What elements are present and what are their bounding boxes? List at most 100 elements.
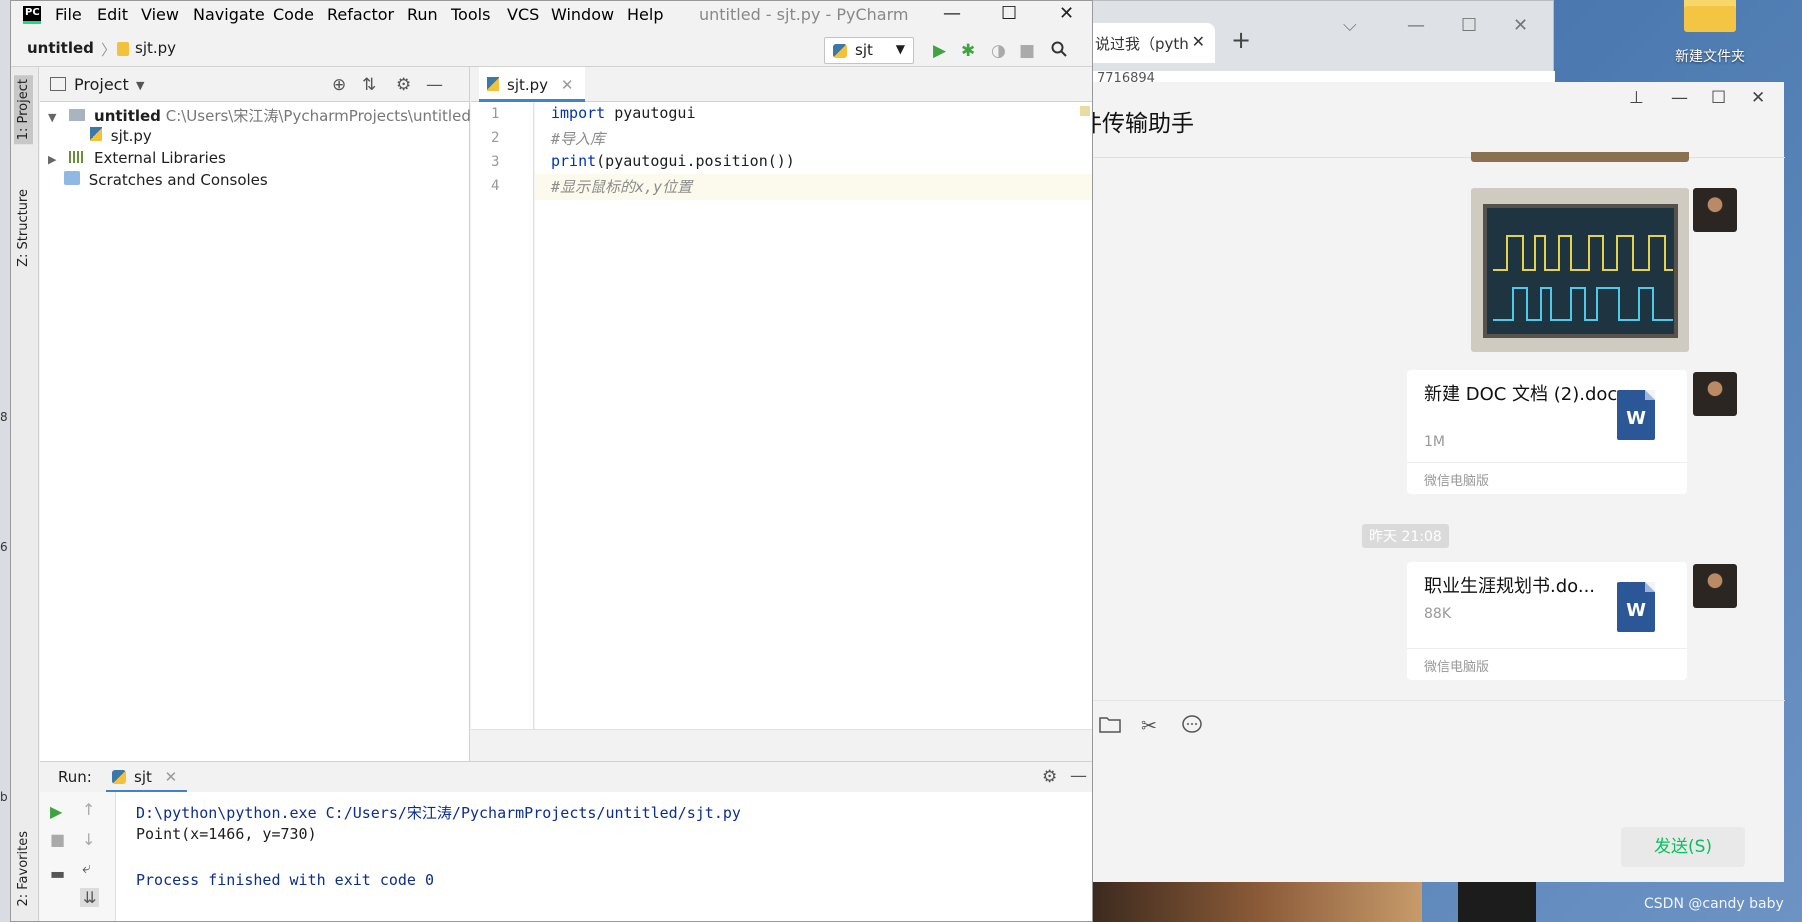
editor-tab[interactable]: sjt.py ✕ <box>479 67 586 102</box>
coverage-icon[interactable]: ◑ <box>991 41 1006 61</box>
close-icon[interactable]: ✕ <box>1059 3 1074 24</box>
desktop-edge-char: b <box>0 790 8 804</box>
menu-help[interactable]: Help <box>627 5 663 24</box>
scissors-icon[interactable]: ✂ <box>1141 715 1157 737</box>
menu-navigate[interactable]: Navigate <box>193 5 265 24</box>
down-arrow-icon[interactable]: ↓ <box>82 830 95 849</box>
python-file-icon <box>117 42 129 56</box>
console-command: D:\python\python.exe C:/Users/宋江涛/Pychar… <box>136 804 741 822</box>
folder-icon <box>1684 0 1736 32</box>
close-icon[interactable]: ✕ <box>561 76 574 94</box>
tree-item-libraries[interactable]: ▶ External Libraries <box>48 149 226 167</box>
folder-icon <box>69 109 86 121</box>
python-icon <box>833 44 847 58</box>
scroll-to-end-icon[interactable]: ⇊ <box>80 888 100 907</box>
breadcrumb-separator: 〉 <box>101 41 117 59</box>
watermark: CSDN @candy baby <box>1644 896 1784 912</box>
avatar[interactable] <box>1693 372 1737 416</box>
tab-project[interactable]: 1: Project <box>14 75 33 145</box>
locate-icon[interactable]: ⊕ <box>332 75 346 95</box>
close-icon[interactable]: ✕ <box>1192 32 1205 51</box>
pin-icon[interactable]: ⊥ <box>1629 88 1644 108</box>
desktop-edge: 8 6 b <box>0 0 10 922</box>
rerun-icon[interactable]: ▶ <box>50 802 62 821</box>
stop-icon[interactable]: ■ <box>50 830 65 849</box>
close-icon[interactable]: ✕ <box>1751 88 1765 108</box>
chevron-down-icon[interactable]: ▼ <box>136 79 144 92</box>
tool-window-strip: 1: Project Z: Structure 2: Favorites <box>11 67 39 921</box>
breadcrumb-project[interactable]: untitled <box>27 39 94 57</box>
tree-item-project[interactable]: ▼ untitled C:\Users\宋江涛\PycharmProjects\… <box>48 105 471 126</box>
search-icon[interactable] <box>1051 41 1067 62</box>
folder-icon[interactable] <box>1099 715 1121 738</box>
new-tab-button[interactable]: + <box>1231 26 1251 54</box>
tree-item-label: External Libraries <box>94 149 226 167</box>
file-source: 微信电脑版 <box>1424 474 1490 489</box>
tree-item-label: untitled <box>94 107 161 125</box>
avatar[interactable] <box>1693 188 1737 232</box>
menu-refactor[interactable]: Refactor <box>327 5 394 24</box>
tab-structure[interactable]: Z: Structure <box>14 185 33 271</box>
send-button[interactable]: 发送(S) <box>1621 827 1745 867</box>
menu-code[interactable]: Code <box>273 5 314 24</box>
file-message[interactable]: 新建 DOC 文档 (2).doc 1M W 微信电脑版 <box>1407 370 1687 494</box>
hide-icon[interactable]: — <box>1070 766 1087 786</box>
up-arrow-icon[interactable]: ↑ <box>82 800 95 819</box>
editor-tab-label: sjt.py <box>507 76 549 94</box>
code-line: print(pyautogui.position()) <box>551 152 795 170</box>
chat-icon[interactable] <box>1181 715 1203 740</box>
tree-item-scratches[interactable]: Scratches and Consoles <box>64 171 268 189</box>
breadcrumb-file[interactable]: sjt.py <box>135 39 176 57</box>
soft-wrap-icon[interactable]: ⤶ <box>82 858 91 878</box>
menu-edit[interactable]: Edit <box>97 5 128 24</box>
chrome-tab[interactable]: 说过我（pyth ✕ <box>1081 23 1215 63</box>
image-message-partial[interactable] <box>1471 152 1689 162</box>
image-message[interactable] <box>1471 188 1689 352</box>
layout-icon[interactable]: ▬ <box>50 864 65 883</box>
library-icon <box>69 151 86 163</box>
minimize-icon[interactable]: — <box>943 3 961 24</box>
avatar[interactable] <box>1693 564 1737 608</box>
tree-item-file[interactable]: sjt.py <box>90 127 152 145</box>
stop-icon[interactable]: ■ <box>1019 41 1035 61</box>
menu-window[interactable]: Window <box>551 5 614 24</box>
minimize-icon[interactable]: — <box>1407 15 1425 36</box>
run-tab-label: sjt <box>134 768 152 786</box>
menu-run[interactable]: Run <box>407 5 438 24</box>
menu-tools[interactable]: Tools <box>451 5 490 24</box>
debug-icon[interactable]: ✱ <box>961 41 975 61</box>
file-name: 职业生涯规划书.do... <box>1424 576 1596 597</box>
chevron-down-icon[interactable]: ⌵ <box>1343 15 1357 36</box>
divider <box>1407 648 1687 649</box>
gear-icon[interactable]: ⚙ <box>1042 767 1057 787</box>
run-icon[interactable]: ▶ <box>933 41 946 61</box>
run-tab[interactable]: sjt ✕ <box>106 762 188 793</box>
close-icon[interactable]: ✕ <box>1513 15 1528 36</box>
hide-icon[interactable]: — <box>426 75 443 95</box>
code-comment: #显示鼠标的x,y位置 <box>551 178 693 196</box>
close-icon[interactable]: ✕ <box>165 768 178 786</box>
maximize-icon[interactable]: ☐ <box>1461 15 1477 36</box>
menu-vcs[interactable]: VCS <box>507 5 539 24</box>
maximize-icon[interactable]: ☐ <box>1001 3 1017 24</box>
waveform-cyan <box>1493 287 1673 321</box>
navigation-bar: untitled 〉 sjt.py <box>11 29 1092 67</box>
inspection-marker[interactable] <box>1080 106 1090 116</box>
run-console[interactable]: ▶ ↑ ■ ↓ ⤶ ▬ ⇊ D:\python\python.exe C:/Us… <box>40 792 1092 921</box>
tree-item-label: Scratches and Consoles <box>88 171 268 189</box>
collapse-icon[interactable]: ⇅ <box>362 75 376 95</box>
project-panel-title[interactable]: Project <box>74 75 129 94</box>
run-config-select[interactable]: sjt ▼ <box>824 37 914 64</box>
minimize-icon[interactable]: — <box>1671 88 1688 108</box>
tab-favorites[interactable]: 2: Favorites <box>14 827 33 911</box>
code-editor[interactable]: import pyautogui #导入库 print(pyautogui.po… <box>535 102 1092 729</box>
word-file-icon: W <box>1617 390 1655 440</box>
maximize-icon[interactable]: ☐ <box>1711 88 1726 108</box>
menu-view[interactable]: View <box>141 5 179 24</box>
gear-icon[interactable]: ⚙ <box>396 75 411 95</box>
menu-file[interactable]: File <box>55 5 82 24</box>
console-exit-status: Process finished with exit code 0 <box>136 871 435 889</box>
desktop-folder[interactable]: 新建文件夹 <box>1640 0 1780 75</box>
tree-item-path: C:\Users\宋江涛\PycharmProjects\untitled <box>165 107 471 125</box>
file-message[interactable]: 职业生涯规划书.do... 88K W 微信电脑版 <box>1407 562 1687 680</box>
